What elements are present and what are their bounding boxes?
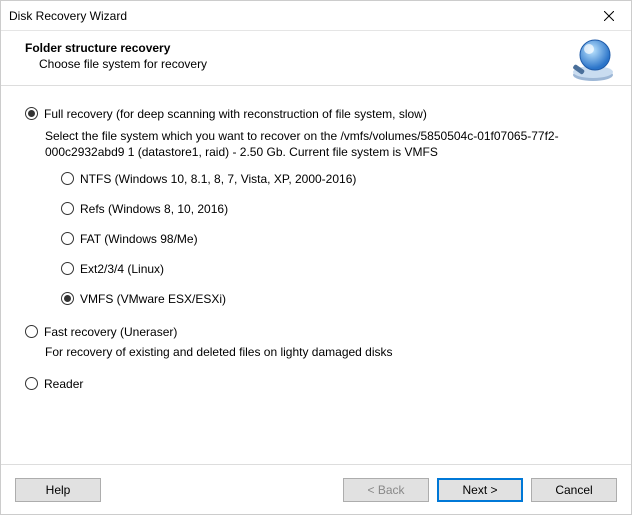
mode-full-recovery: Full recovery (for deep scanning with re… xyxy=(25,106,607,308)
radio-fs-ntfs[interactable]: NTFS (Windows 10, 8.1, 8, 7, Vista, XP, … xyxy=(61,171,607,187)
radio-label: Refs (Windows 8, 10, 2016) xyxy=(80,201,228,217)
fast-recovery-description: For recovery of existing and deleted fil… xyxy=(45,344,607,360)
radio-label: Reader xyxy=(44,376,83,392)
radio-label: NTFS (Windows 10, 8.1, 8, 7, Vista, XP, … xyxy=(80,171,356,187)
mode-fast-recovery: Fast recovery (Uneraser) For recovery of… xyxy=(25,324,607,360)
radio-label: Full recovery (for deep scanning with re… xyxy=(44,106,427,122)
radio-icon xyxy=(61,262,74,275)
close-icon xyxy=(604,11,614,21)
mode-reader: Reader xyxy=(25,376,607,392)
cancel-button[interactable]: Cancel xyxy=(531,478,617,502)
radio-fs-refs[interactable]: Refs (Windows 8, 10, 2016) xyxy=(61,201,607,217)
radio-fast-recovery[interactable]: Fast recovery (Uneraser) xyxy=(25,324,607,340)
radio-icon xyxy=(61,232,74,245)
close-button[interactable] xyxy=(586,1,631,31)
radio-fs-fat[interactable]: FAT (Windows 98/Me) xyxy=(61,231,607,247)
radio-label: Ext2/3/4 (Linux) xyxy=(80,261,164,277)
back-button: < Back xyxy=(343,478,429,502)
radio-icon xyxy=(25,107,38,120)
radio-label: Fast recovery (Uneraser) xyxy=(44,324,177,340)
help-button[interactable]: Help xyxy=(15,478,101,502)
radio-icon xyxy=(61,202,74,215)
wizard-content: Full recovery (for deep scanning with re… xyxy=(1,86,631,464)
radio-label: VMFS (VMware ESX/ESXi) xyxy=(80,291,226,307)
full-recovery-description: Select the file system which you want to… xyxy=(45,128,605,160)
radio-fs-vmfs[interactable]: VMFS (VMware ESX/ESXi) xyxy=(61,291,607,307)
radio-icon xyxy=(61,172,74,185)
radio-full-recovery[interactable]: Full recovery (for deep scanning with re… xyxy=(25,106,607,122)
radio-icon xyxy=(25,325,38,338)
radio-label: FAT (Windows 98/Me) xyxy=(80,231,198,247)
page-subtitle: Choose file system for recovery xyxy=(39,57,615,71)
recovery-icon xyxy=(569,37,617,85)
radio-icon xyxy=(61,292,74,305)
window-title: Disk Recovery Wizard xyxy=(9,9,127,23)
wizard-header: Folder structure recovery Choose file sy… xyxy=(1,31,631,86)
radio-fs-ext[interactable]: Ext2/3/4 (Linux) xyxy=(61,261,607,277)
wizard-footer: Help < Back Next > Cancel xyxy=(1,464,631,514)
next-button[interactable]: Next > xyxy=(437,478,523,502)
radio-reader[interactable]: Reader xyxy=(25,376,607,392)
titlebar: Disk Recovery Wizard xyxy=(1,1,631,31)
radio-icon xyxy=(25,377,38,390)
page-title: Folder structure recovery xyxy=(25,41,615,55)
filesystem-options: NTFS (Windows 10, 8.1, 8, 7, Vista, XP, … xyxy=(61,171,607,308)
